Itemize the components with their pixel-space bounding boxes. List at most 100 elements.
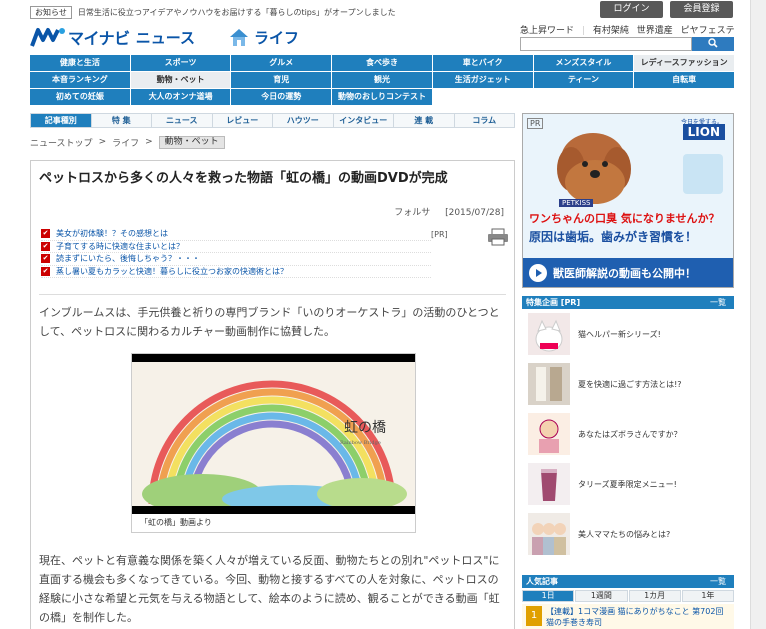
- special-more-link[interactable]: 一覧: [710, 296, 726, 309]
- special-item[interactable]: 猫ヘルパー新シリーズ!: [522, 309, 734, 359]
- illustration-thumbnail: [528, 413, 570, 455]
- gnav-item[interactable]: 観光: [332, 72, 432, 88]
- gnav-item[interactable]: レディースファッション: [634, 55, 734, 71]
- subnav-item[interactable]: ハウツー: [273, 114, 333, 127]
- subnav-item[interactable]: コラム: [454, 114, 514, 127]
- register-button[interactable]: 会員登録: [670, 1, 733, 18]
- notice-link[interactable]: 日常生活に役立つアイデアやノウハウをお届けする「暮らしのtips」がオープンしま…: [78, 7, 396, 18]
- lion-ad-banner[interactable]: PR 今日を愛する。 LION PETKISS ワンちゃんの口臭 気になりません…: [522, 113, 734, 288]
- pr-link-list: ✔ 美女が初体験！？その感想とは ✔ 子育てする時に快適な住まいとは？ ✔ 読まずにい…: [41, 228, 431, 278]
- search-button[interactable]: [692, 37, 734, 51]
- tab-1year[interactable]: 1年: [681, 590, 734, 602]
- divider: [39, 294, 506, 295]
- cat-thumbnail: [528, 313, 570, 355]
- gnav-item[interactable]: 今日の運勢: [231, 89, 332, 105]
- subnav-item[interactable]: 特 集: [91, 114, 151, 127]
- pr-link-text[interactable]: 蒸し暑い夏もカラッと快適！暮らしに役立つお家の快適術とは？: [56, 266, 288, 277]
- trend-word[interactable]: 有村架純: [593, 26, 629, 36]
- breadcrumb-link[interactable]: ニューストップ: [30, 136, 93, 149]
- search-box: [520, 37, 734, 51]
- house-icon: [230, 29, 248, 46]
- global-nav: 健康と生活 スポーツ グルメ 食べ歩き 車とバイク メンズスタイル レディースフ…: [30, 55, 734, 105]
- special-item-text[interactable]: 夏を快適に過ごす方法とは!?: [578, 379, 682, 390]
- article-type-nav: 記事種別 特 集 ニュース レビュー ハウツー インタビュー 連 載 コラム: [30, 113, 515, 128]
- mynavi-news-logo[interactable]: マイナビ ニュース: [30, 26, 195, 48]
- video-still[interactable]: 虹の橋 Rainbow Bridge: [132, 354, 415, 514]
- rank-number: 1: [526, 606, 542, 626]
- breadcrumb: ニューストップ > ライフ > 動物・ペット: [30, 135, 225, 149]
- pr-link-text[interactable]: 読まずにいたら、後悔しちゃう？・・・: [56, 253, 200, 264]
- pr-tag: [PR]: [431, 230, 448, 239]
- breadcrumb-current: 動物・ペット: [158, 135, 225, 149]
- brand-text: マイナビ: [68, 29, 130, 48]
- subnav-item[interactable]: インタビュー: [333, 114, 393, 127]
- special-item[interactable]: タリーズ夏季限定メニュー!: [522, 459, 734, 509]
- gnav-item[interactable]: メンズスタイル: [533, 55, 634, 71]
- tab-1day[interactable]: 1日: [522, 590, 575, 602]
- gnav-item[interactable]: 健康と生活: [30, 55, 130, 71]
- lion-logo: LION: [682, 124, 725, 140]
- video-subtitle: Rainbow Bridge: [340, 440, 381, 446]
- gnav-item[interactable]: 大人のオンナ道場: [130, 89, 231, 105]
- gnav-item[interactable]: ティーン: [533, 72, 634, 88]
- special-item[interactable]: 美人ママたちの悩みとは?: [522, 509, 734, 559]
- life-section-logo[interactable]: ライフ: [228, 26, 299, 48]
- gnav-item[interactable]: 本音ランキング: [30, 72, 130, 88]
- pr-link-text[interactable]: 美女が初体験！？その感想とは: [56, 228, 168, 239]
- gnav-item[interactable]: 車とバイク: [432, 55, 533, 71]
- special-item-text[interactable]: あなたはズボラさんですか？: [578, 429, 682, 440]
- ad-subheadline: 原因は歯垢。歯みがき習慣を！: [529, 230, 698, 244]
- special-item[interactable]: あなたはズボラさんですか？: [522, 409, 734, 459]
- article-author: フォルサ: [394, 208, 431, 218]
- gnav-item[interactable]: 食べ歩き: [332, 55, 432, 71]
- checkmark-icon: ✔: [41, 241, 50, 251]
- gnav-item[interactable]: 育児: [231, 72, 332, 88]
- special-item-text[interactable]: 猫ヘルパー新シリーズ!: [578, 329, 661, 340]
- pr-link[interactable]: ✔ 美女が初体験！？その感想とは: [41, 228, 431, 241]
- video-title: 虹の橋: [344, 420, 386, 436]
- gnav-item[interactable]: 初めての妊娠: [30, 89, 130, 105]
- login-button[interactable]: ログイン: [600, 1, 663, 18]
- special-item[interactable]: 夏を快適に過ごす方法とは!?: [522, 359, 734, 409]
- gnav-item[interactable]: グルメ: [231, 55, 332, 71]
- article: ペットロスから多くの人々を救った物語「虹の橋」の動画DVDが完成 フォルサ [2…: [30, 160, 515, 629]
- subnav-item[interactable]: レビュー: [212, 114, 272, 127]
- notice-badge: お知らせ: [30, 6, 72, 19]
- figure-caption: 「虹の橋」動画より: [140, 518, 212, 527]
- window-thumbnail: [528, 363, 570, 405]
- pr-link[interactable]: ✔ 蒸し暑い夏もカラッと快適！暮らしに役立つお家の快適術とは？: [41, 266, 431, 278]
- scrollbar[interactable]: [750, 0, 766, 629]
- rank-text[interactable]: 【連載】1コマ漫画 猫にありがちなこと 第702回 猫の手巻き寿司: [546, 604, 726, 629]
- gnav-item[interactable]: 生活ガジェット: [432, 72, 533, 88]
- printer-icon[interactable]: [487, 228, 509, 246]
- ad-pr-label: PR: [527, 118, 544, 129]
- search-input[interactable]: [520, 37, 692, 51]
- pr-link[interactable]: ✔ 読まずにいたら、後悔しちゃう？・・・: [41, 253, 431, 266]
- trend-word[interactable]: ピヤフェステ: [681, 26, 735, 36]
- tab-1week[interactable]: 1週間: [575, 590, 628, 602]
- pr-link[interactable]: ✔ 子育てする時に快適な住まいとは？: [41, 241, 431, 253]
- special-item-text[interactable]: タリーズ夏季限定メニュー!: [578, 479, 677, 490]
- article-paragraph: 現在、ペットと有意義な関係を築く人々が増えている反面、動物たちとの別れ"ペットロ…: [39, 554, 500, 624]
- ad-cta[interactable]: 獣医師解説の動画も公開中！: [523, 258, 733, 287]
- ranking-item[interactable]: 1 【連載】1コマ漫画 猫にありがちなこと 第702回 猫の手巻き寿司: [522, 604, 734, 629]
- gnav-item-active[interactable]: 動物・ペット: [130, 72, 231, 88]
- article-title: ペットロスから多くの人々を救った物語「虹の橋」の動画DVDが完成: [39, 171, 448, 186]
- subnav-item[interactable]: 連 載: [394, 114, 454, 127]
- special-item-text[interactable]: 美人ママたちの悩みとは?: [578, 529, 670, 540]
- subnav-item[interactable]: ニュース: [152, 114, 212, 127]
- special-heading-text: 特集企画 [PR]: [526, 298, 581, 307]
- gnav-item[interactable]: スポーツ: [130, 55, 231, 71]
- breadcrumb-link[interactable]: ライフ: [112, 136, 139, 149]
- pr-link-text[interactable]: 子育てする時に快適な住まいとは？: [56, 241, 184, 252]
- gnav-item[interactable]: 自転車: [634, 72, 734, 88]
- mothers-thumbnail: [528, 513, 570, 555]
- gnav-item[interactable]: 動物のおしりコンテスト: [332, 89, 432, 105]
- special-heading: 特集企画 [PR] 一覧: [522, 296, 734, 309]
- tab-1month[interactable]: 1カ月: [628, 590, 681, 602]
- ranking-more-link[interactable]: 一覧: [710, 575, 726, 588]
- trend-word[interactable]: 世界遺産: [637, 26, 673, 36]
- search-icon: [708, 38, 718, 48]
- mynavi-logo-icon: [30, 28, 65, 47]
- play-icon: [529, 263, 547, 282]
